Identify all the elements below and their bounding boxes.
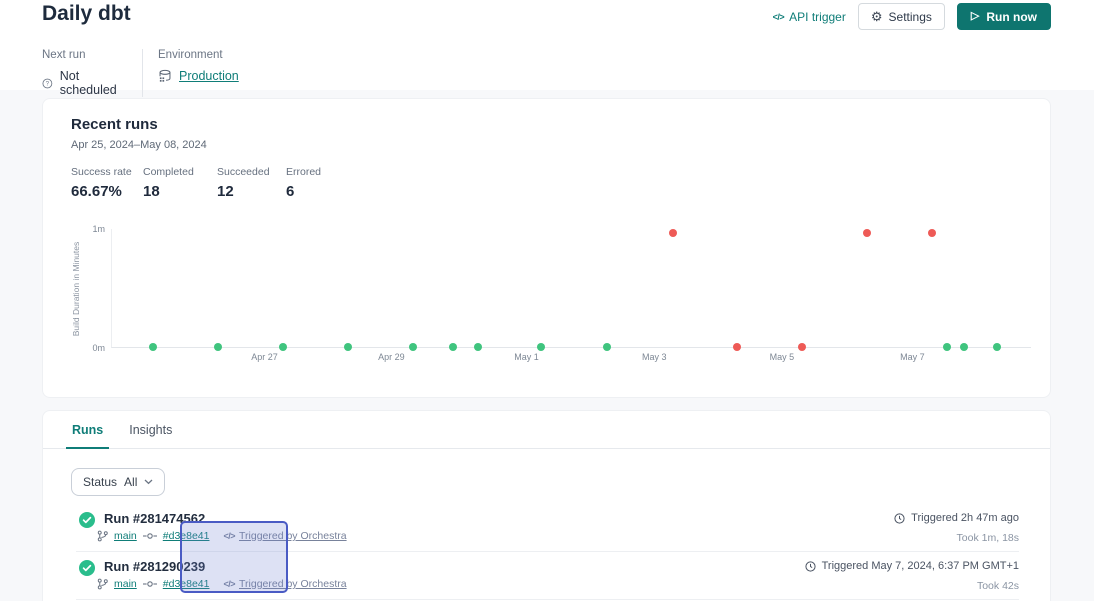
run-data-point-success[interactable] bbox=[474, 343, 482, 351]
code-icon: </> bbox=[223, 531, 235, 541]
recent-runs-date-range: Apr 25, 2024–May 08, 2024 bbox=[71, 139, 207, 151]
runs-list: Run #281474562 main #d3e8e41 bbox=[76, 504, 1019, 600]
settings-button[interactable]: ⚙ Settings bbox=[858, 3, 945, 30]
page-title: Daily dbt bbox=[42, 2, 131, 26]
run-timing: Triggered May 7, 2024, 6:37 PM GMT+1 Too… bbox=[805, 560, 1019, 592]
run-duration-text: Took 1m, 18s bbox=[894, 532, 1019, 544]
run-data-point-success[interactable] bbox=[214, 343, 222, 351]
run-data-point-error[interactable] bbox=[733, 343, 741, 351]
gear-icon: ⚙ bbox=[871, 10, 883, 23]
run-duration-text: Took 42s bbox=[805, 580, 1019, 592]
environment-link[interactable]: Production bbox=[179, 69, 239, 83]
branch-link[interactable]: main bbox=[114, 530, 137, 542]
run-timing: Triggered 2h 47m ago Took 1m, 18s bbox=[894, 512, 1019, 544]
branch-link[interactable]: main bbox=[114, 578, 137, 590]
run-data-point-success[interactable] bbox=[344, 343, 352, 351]
run-data-point-success[interactable] bbox=[537, 343, 545, 351]
run-data-point-success[interactable] bbox=[993, 343, 1001, 351]
build-duration-chart: Build Duration in Minutes 1m 0m Apr 27Ap… bbox=[43, 217, 1052, 382]
run-data-point-error[interactable] bbox=[863, 229, 871, 237]
run-data-point-success[interactable] bbox=[960, 343, 968, 351]
run-data-point-success[interactable] bbox=[409, 343, 417, 351]
environment-block: Environment Production bbox=[158, 49, 239, 97]
x-axis-tick: May 5 bbox=[770, 352, 795, 362]
run-data-point-error[interactable] bbox=[928, 229, 936, 237]
code-icon: </> bbox=[773, 12, 785, 22]
run-success-icon bbox=[79, 560, 95, 576]
run-data-point-success[interactable] bbox=[943, 343, 951, 351]
clock-icon bbox=[894, 513, 905, 524]
x-axis-tick: May 3 bbox=[642, 352, 667, 362]
run-now-label: Run now bbox=[986, 10, 1037, 24]
x-axis-tick: Apr 29 bbox=[378, 352, 405, 362]
run-success-icon bbox=[79, 512, 95, 528]
run-triggered-text: Triggered 2h 47m ago bbox=[911, 512, 1019, 524]
chart-plot: Apr 27Apr 29May 1May 3May 5May 7 bbox=[111, 229, 1031, 348]
job-meta: Next run ? Not scheduled Environment bbox=[42, 49, 239, 97]
run-details: main #d3e8e41 </> Triggered by Orchestra bbox=[97, 530, 347, 542]
code-icon: </> bbox=[223, 579, 235, 589]
run-data-point-error[interactable] bbox=[798, 343, 806, 351]
x-axis-tick: May 1 bbox=[514, 352, 539, 362]
run-row[interactable]: Run #281474562 main #d3e8e41 bbox=[76, 504, 1019, 552]
stat-completed: Completed 18 bbox=[143, 166, 217, 200]
clock-icon bbox=[805, 561, 816, 572]
run-triggered-text: Triggered May 7, 2024, 6:37 PM GMT+1 bbox=[822, 560, 1019, 572]
stat-errored: Errored 6 bbox=[286, 166, 321, 200]
run-data-point-error[interactable] bbox=[669, 229, 677, 237]
git-commit-icon bbox=[143, 580, 157, 588]
recent-runs-card: Recent runs Apr 25, 2024–May 08, 2024 Su… bbox=[42, 98, 1051, 398]
next-run-block: Next run ? Not scheduled bbox=[42, 49, 126, 97]
tab-insights[interactable]: Insights bbox=[123, 411, 178, 448]
status-filter-dropdown[interactable]: Status All bbox=[71, 468, 165, 496]
recent-runs-title: Recent runs bbox=[71, 116, 158, 133]
environment-icon bbox=[158, 69, 172, 83]
next-run-label: Next run bbox=[42, 49, 126, 61]
job-page: Daily dbt </> API trigger ⚙ Settings ▷ R… bbox=[0, 0, 1094, 601]
runs-card: Runs Insights Status All Run #281474562 bbox=[42, 410, 1051, 601]
header-actions: </> API trigger ⚙ Settings ▷ Run now bbox=[773, 3, 1051, 30]
run-name[interactable]: Run #281474562 bbox=[104, 511, 205, 526]
chevron-down-icon bbox=[144, 479, 153, 485]
git-branch-icon bbox=[97, 578, 108, 590]
x-axis-tick: May 7 bbox=[900, 352, 925, 362]
run-data-point-success[interactable] bbox=[603, 343, 611, 351]
git-branch-icon bbox=[97, 530, 108, 542]
stat-success-rate: Success rate 66.67% bbox=[71, 166, 143, 200]
trigger-source-link[interactable]: </> Triggered by Orchestra bbox=[223, 578, 346, 590]
svg-text:?: ? bbox=[46, 80, 50, 87]
y-axis-title: Build Duration in Minutes bbox=[69, 229, 83, 348]
next-run-value: Not scheduled bbox=[60, 69, 126, 97]
meta-divider bbox=[142, 49, 143, 97]
stats-row: Success rate 66.67% Completed 18 Succeed… bbox=[71, 166, 321, 200]
x-axis-tick: Apr 27 bbox=[251, 352, 278, 362]
run-details: main #d3e8e41 </> Triggered by Orchestra bbox=[97, 578, 347, 590]
run-now-button[interactable]: ▷ Run now bbox=[957, 3, 1051, 30]
git-commit-icon bbox=[143, 532, 157, 540]
commit-link[interactable]: #d3e8e41 bbox=[163, 530, 210, 542]
api-trigger-label: API trigger bbox=[789, 10, 846, 24]
help-circle-icon: ? bbox=[42, 77, 53, 90]
api-trigger-link[interactable]: </> API trigger bbox=[773, 10, 846, 24]
commit-link[interactable]: #d3e8e41 bbox=[163, 578, 210, 590]
stat-succeeded: Succeeded 12 bbox=[217, 166, 286, 200]
play-icon: ▷ bbox=[971, 11, 979, 22]
trigger-source-link[interactable]: </> Triggered by Orchestra bbox=[223, 530, 346, 542]
environment-label: Environment bbox=[158, 49, 239, 61]
settings-label: Settings bbox=[889, 10, 932, 24]
run-data-point-success[interactable] bbox=[149, 343, 157, 351]
tab-bar: Runs Insights bbox=[43, 411, 1050, 449]
tab-runs[interactable]: Runs bbox=[66, 411, 109, 448]
run-row[interactable]: Run #281290239 main #d3e8e41 bbox=[76, 552, 1019, 600]
y-axis-tick: 1m bbox=[83, 224, 105, 234]
run-data-point-success[interactable] bbox=[279, 343, 287, 351]
y-axis-tick: 0m bbox=[83, 343, 105, 353]
run-name[interactable]: Run #281290239 bbox=[104, 559, 205, 574]
run-data-point-success[interactable] bbox=[449, 343, 457, 351]
